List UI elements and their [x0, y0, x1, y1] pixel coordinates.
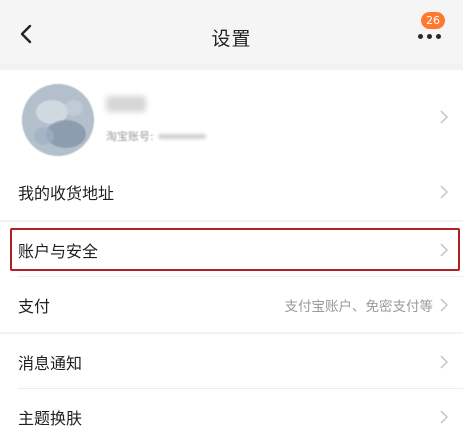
settings-page: 设置 26 淘宝账号: 我的收货地址 账户与安全 支付 支付宝账户、免密支付等 … [0, 0, 463, 446]
username-redacted [106, 96, 146, 112]
row-payment-label: 支付 [18, 296, 51, 316]
row-address[interactable]: 我的收货地址 [0, 164, 463, 219]
account-security-highlight [10, 228, 460, 271]
chevron-right-icon [439, 184, 449, 200]
row-theme[interactable]: 主题换肤 [0, 389, 463, 444]
account-label: 淘宝账号: [106, 130, 154, 143]
profile-card[interactable]: 淘宝账号: [0, 70, 463, 164]
account-line: 淘宝账号: [106, 128, 206, 144]
row-notifications[interactable]: 消息通知 [0, 334, 463, 389]
address-card: 我的收货地址 [0, 164, 463, 220]
page-title: 设置 [211, 28, 252, 50]
row-notifications-label: 消息通知 [18, 353, 83, 373]
row-payment-value: 支付宝账户、免密支付等 [284, 298, 434, 315]
row-theme-label: 主题换肤 [18, 408, 83, 428]
more-dots-icon [418, 34, 441, 39]
chevron-right-icon [439, 297, 449, 313]
chevron-right-icon [439, 354, 449, 370]
more-button[interactable]: 26 [415, 12, 449, 48]
chevron-right-icon [439, 409, 449, 425]
chevron-right-icon [439, 109, 449, 125]
account-id-redacted [157, 133, 206, 139]
avatar [22, 84, 94, 156]
row-payment[interactable]: 支付 支付宝账户、免密支付等 [0, 277, 463, 332]
top-bar: 设置 26 [0, 0, 463, 64]
notification-badge: 26 [421, 12, 445, 29]
row-address-label: 我的收货地址 [18, 183, 115, 203]
general-card: 消息通知 主题换肤 [0, 334, 463, 446]
